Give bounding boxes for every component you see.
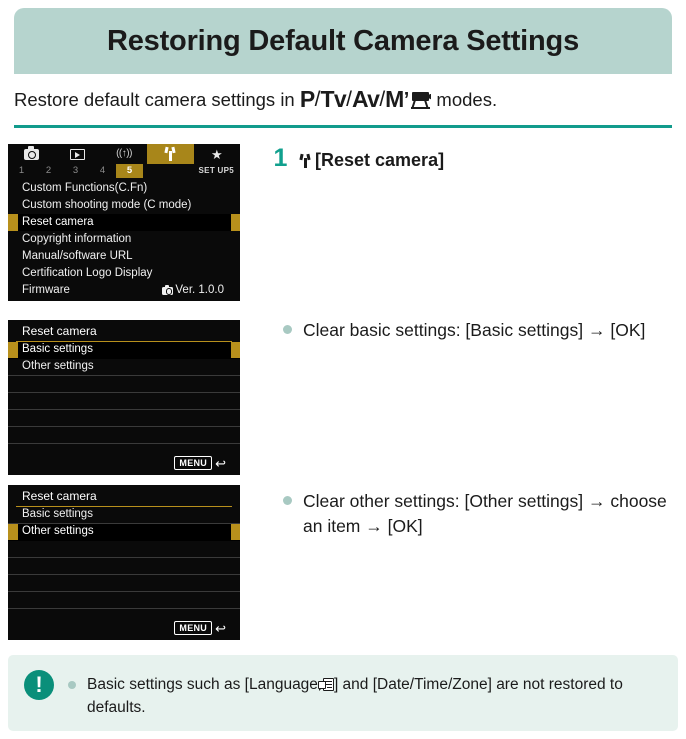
caution-box: ! Basic settings such as [Language] and … [8, 655, 678, 731]
menu-page-2[interactable]: 2 [35, 164, 62, 178]
menu-page-4[interactable]: 4 [89, 164, 116, 178]
menu-item-label: Certification Logo Display [22, 266, 153, 279]
tab-shooting[interactable] [8, 144, 55, 164]
menu-item-firmware[interactable]: Firmware Ver. 1.0.0 [8, 282, 240, 299]
return-arrow-icon[interactable]: ↩ [215, 622, 226, 635]
menu-button[interactable]: MENU [174, 620, 213, 636]
bullet-clear-basic-settings: Clear basic settings: [Basic settings] →… [283, 318, 683, 343]
step-1: 1 [Reset camera] [272, 146, 680, 172]
menu-item-reset-camera[interactable]: Reset camera [8, 214, 240, 231]
language-icon [317, 678, 334, 692]
return-arrow-icon[interactable]: ↩ [215, 457, 226, 470]
bullet-dot-icon [283, 496, 292, 505]
menu-item-certification-logo-display[interactable]: Certification Logo Display [8, 265, 240, 282]
menu-page-3[interactable]: 3 [62, 164, 89, 178]
reset-option-other-settings[interactable]: Other settings [8, 524, 240, 541]
reset-blank-row [8, 575, 240, 592]
page-title: Restoring Default Camera Settings [107, 24, 579, 57]
reset-blank-row [8, 558, 240, 575]
menu-tab-row: ((↑)) ★ [8, 144, 240, 164]
menu-item-custom-shooting-mode[interactable]: Custom shooting mode (C mode) [8, 197, 240, 214]
tab-my-menu[interactable]: ★ [193, 144, 240, 164]
tab-wireless[interactable]: ((↑)) [100, 144, 148, 164]
step-instruction: [Reset camera] [299, 146, 444, 172]
my-menu-star-icon: ★ [211, 146, 223, 162]
bullet-text: Clear other settings: [Other settings] →… [303, 491, 667, 537]
bullet-dot-icon [283, 325, 292, 334]
camera-menu-screenshot-setup5: ((↑)) ★ 1 2 3 4 5 SET UP5 Custom Functio… [8, 144, 240, 301]
menu-button[interactable]: MENU [174, 455, 213, 471]
page-subtitle: Restore default camera settings in P/Tv/… [14, 86, 674, 113]
menu-item-custom-functions[interactable]: Custom Functions(C.Fn) [8, 180, 240, 197]
reset-blank-row [8, 393, 240, 410]
bullet-text: Clear basic settings: [Basic settings] →… [303, 320, 646, 340]
header-divider [14, 125, 672, 128]
reset-option-label: Other settings [22, 360, 94, 373]
reset-option-label: Other settings [22, 525, 94, 538]
menu-item-label: Reset camera [22, 215, 94, 228]
shooting-camera-icon [23, 146, 39, 160]
menu-set-label: SET UP5 [198, 166, 234, 175]
mode-tv-label: Tv [320, 86, 347, 112]
mode-apostrophe: ’ [403, 89, 410, 111]
reset-blank-row [8, 376, 240, 393]
setup-menu-list: Custom Functions(C.Fn) Custom shooting m… [8, 178, 240, 299]
menu-item-label: Manual/software URL [22, 249, 133, 262]
menu-item-manual-software-url[interactable]: Manual/software URL [8, 248, 240, 265]
page-header-band: Restoring Default Camera Settings [14, 8, 672, 74]
dialog-footer: MENU ↩ [8, 616, 240, 640]
bullet-clear-other-settings: Clear other settings: [Other settings] →… [283, 489, 683, 540]
reset-camera-dialog-title: Reset camera [8, 320, 240, 342]
camera-menu-screenshot-reset-basic: Reset camera Basic settings Other settin… [8, 320, 240, 475]
camera-menu-screenshot-reset-other: Reset camera Basic settings Other settin… [8, 485, 240, 640]
firmware-camera-icon [162, 284, 174, 295]
mode-p-label: P [299, 86, 315, 112]
setup-wrench-icon [164, 146, 177, 161]
tab-setup[interactable] [147, 144, 194, 164]
tab-playback[interactable] [54, 144, 101, 164]
menu-item-label: Custom shooting mode (C mode) [22, 198, 192, 211]
reset-option-label: Basic settings [22, 343, 93, 356]
wireless-icon: ((↑)) [116, 148, 132, 159]
menu-page-5[interactable]: 5 [116, 164, 143, 178]
setup-wrench-icon [299, 153, 311, 168]
reset-option-other-settings[interactable]: Other settings [8, 359, 240, 376]
bullet-dot-icon [68, 681, 76, 689]
reset-blank-row [8, 427, 240, 444]
menu-page-spacer [143, 164, 199, 178]
reset-camera-dialog-title: Reset camera [8, 485, 240, 507]
movie-camera-icon [410, 92, 432, 109]
reset-blank-row [8, 410, 240, 427]
exclamation-icon: ! [24, 670, 54, 700]
firmware-version-group: Ver. 1.0.0 [162, 283, 224, 297]
step-instruction-label: [Reset camera] [315, 150, 445, 170]
mode-av-label: Av [351, 86, 380, 112]
reset-option-basic-settings[interactable]: Basic settings [8, 507, 240, 524]
menu-item-label: Firmware [22, 283, 70, 296]
reset-blank-row [8, 541, 240, 558]
menu-page-number-row: 1 2 3 4 5 SET UP5 [8, 164, 240, 178]
caution-body: Basic settings such as [Language] and [D… [68, 668, 662, 720]
menu-item-copyright-information[interactable]: Copyright information [8, 231, 240, 248]
caution-text-before: Basic settings such as [Language [87, 676, 318, 693]
subtitle-prefix: Restore default camera settings in [14, 89, 300, 110]
menu-item-label: Copyright information [22, 232, 132, 245]
subtitle-suffix: modes. [431, 89, 498, 110]
playback-icon [70, 148, 86, 160]
mode-m-label: M [385, 86, 404, 112]
reset-option-label: Basic settings [22, 508, 93, 521]
step-number: 1 [273, 144, 288, 172]
manual-page: Restoring Default Camera Settings Restor… [0, 0, 686, 739]
caution-text: Basic settings such as [Language] and [D… [87, 673, 662, 720]
dialog-footer: MENU ↩ [8, 451, 240, 475]
menu-item-label: Custom Functions(C.Fn) [22, 181, 148, 194]
reset-option-basic-settings[interactable]: Basic settings [8, 342, 240, 359]
menu-page-1[interactable]: 1 [8, 164, 35, 178]
firmware-version-value: Ver. 1.0.0 [175, 283, 224, 296]
reset-blank-row [8, 592, 240, 609]
